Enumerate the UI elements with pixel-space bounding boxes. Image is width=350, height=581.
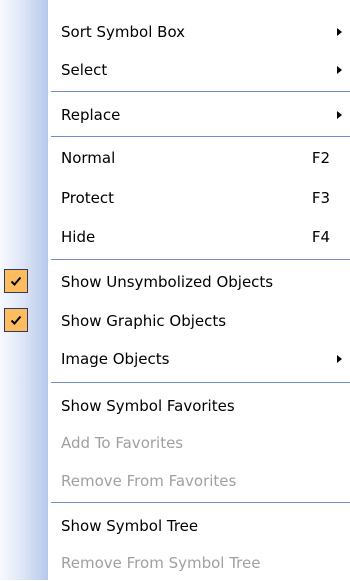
menu-item-show-symbol-tree[interactable]: Show Symbol Tree [0,508,350,544]
menu-item-label: Show Symbol Favorites [61,397,235,415]
menu-separator [51,382,350,383]
submenu-arrow-icon [337,355,342,363]
menu-separator [51,259,350,260]
menu-item-label: Select [61,61,108,79]
shortcut-label: F3 [311,189,330,207]
submenu-arrow-icon [337,111,342,119]
menu-item-label: Remove From Symbol Tree [61,554,261,572]
menu-item-label: Normal [61,149,116,167]
menu-item-replace[interactable]: Replace [0,97,350,133]
menu-item-show-symbol-favorites[interactable]: Show Symbol Favorites [0,388,350,424]
submenu-arrow-icon [337,66,342,74]
context-menu: Sort Symbol Box Select Replace Normal F2… [0,0,350,580]
menu-separator [51,502,350,503]
menu-item-label: Sort Symbol Box [61,23,186,41]
menu-separator [51,91,350,92]
menu-item-show-unsymbolized-objects[interactable]: Show Unsymbolized Objects [0,264,350,300]
menu-item-label: Replace [61,106,121,124]
menu-item-add-to-favorites: Add To Favorites [0,425,350,461]
menu-item-select[interactable]: Select [0,52,350,88]
shortcut-label: F2 [311,149,330,167]
menu-item-hide[interactable]: Hide F4 [0,219,350,255]
menu-item-image-objects[interactable]: Image Objects [0,341,350,377]
menu-item-show-graphic-objects[interactable]: Show Graphic Objects [0,303,350,339]
menu-separator [51,136,350,137]
menu-item-sort-symbol-box[interactable]: Sort Symbol Box [0,14,350,50]
menu-item-protect[interactable]: Protect F3 [0,180,350,216]
submenu-arrow-icon [337,28,342,36]
menu-item-remove-from-favorites: Remove From Favorites [0,463,350,499]
menu-item-label: Add To Favorites [61,434,184,452]
menu-item-label: Show Symbol Tree [61,517,199,535]
menu-item-label: Protect [61,189,115,207]
checkmark-icon [4,269,28,293]
menu-item-label: Image Objects [61,350,170,368]
menu-item-normal[interactable]: Normal F2 [0,140,350,176]
shortcut-label: F4 [311,228,330,246]
menu-item-label: Show Graphic Objects [61,312,227,330]
menu-item-label: Show Unsymbolized Objects [61,273,274,291]
menu-item-remove-from-symbol-tree: Remove From Symbol Tree [0,545,350,581]
checkmark-icon [4,308,28,332]
menu-item-label: Hide [61,228,96,246]
menu-item-label: Remove From Favorites [61,472,237,490]
